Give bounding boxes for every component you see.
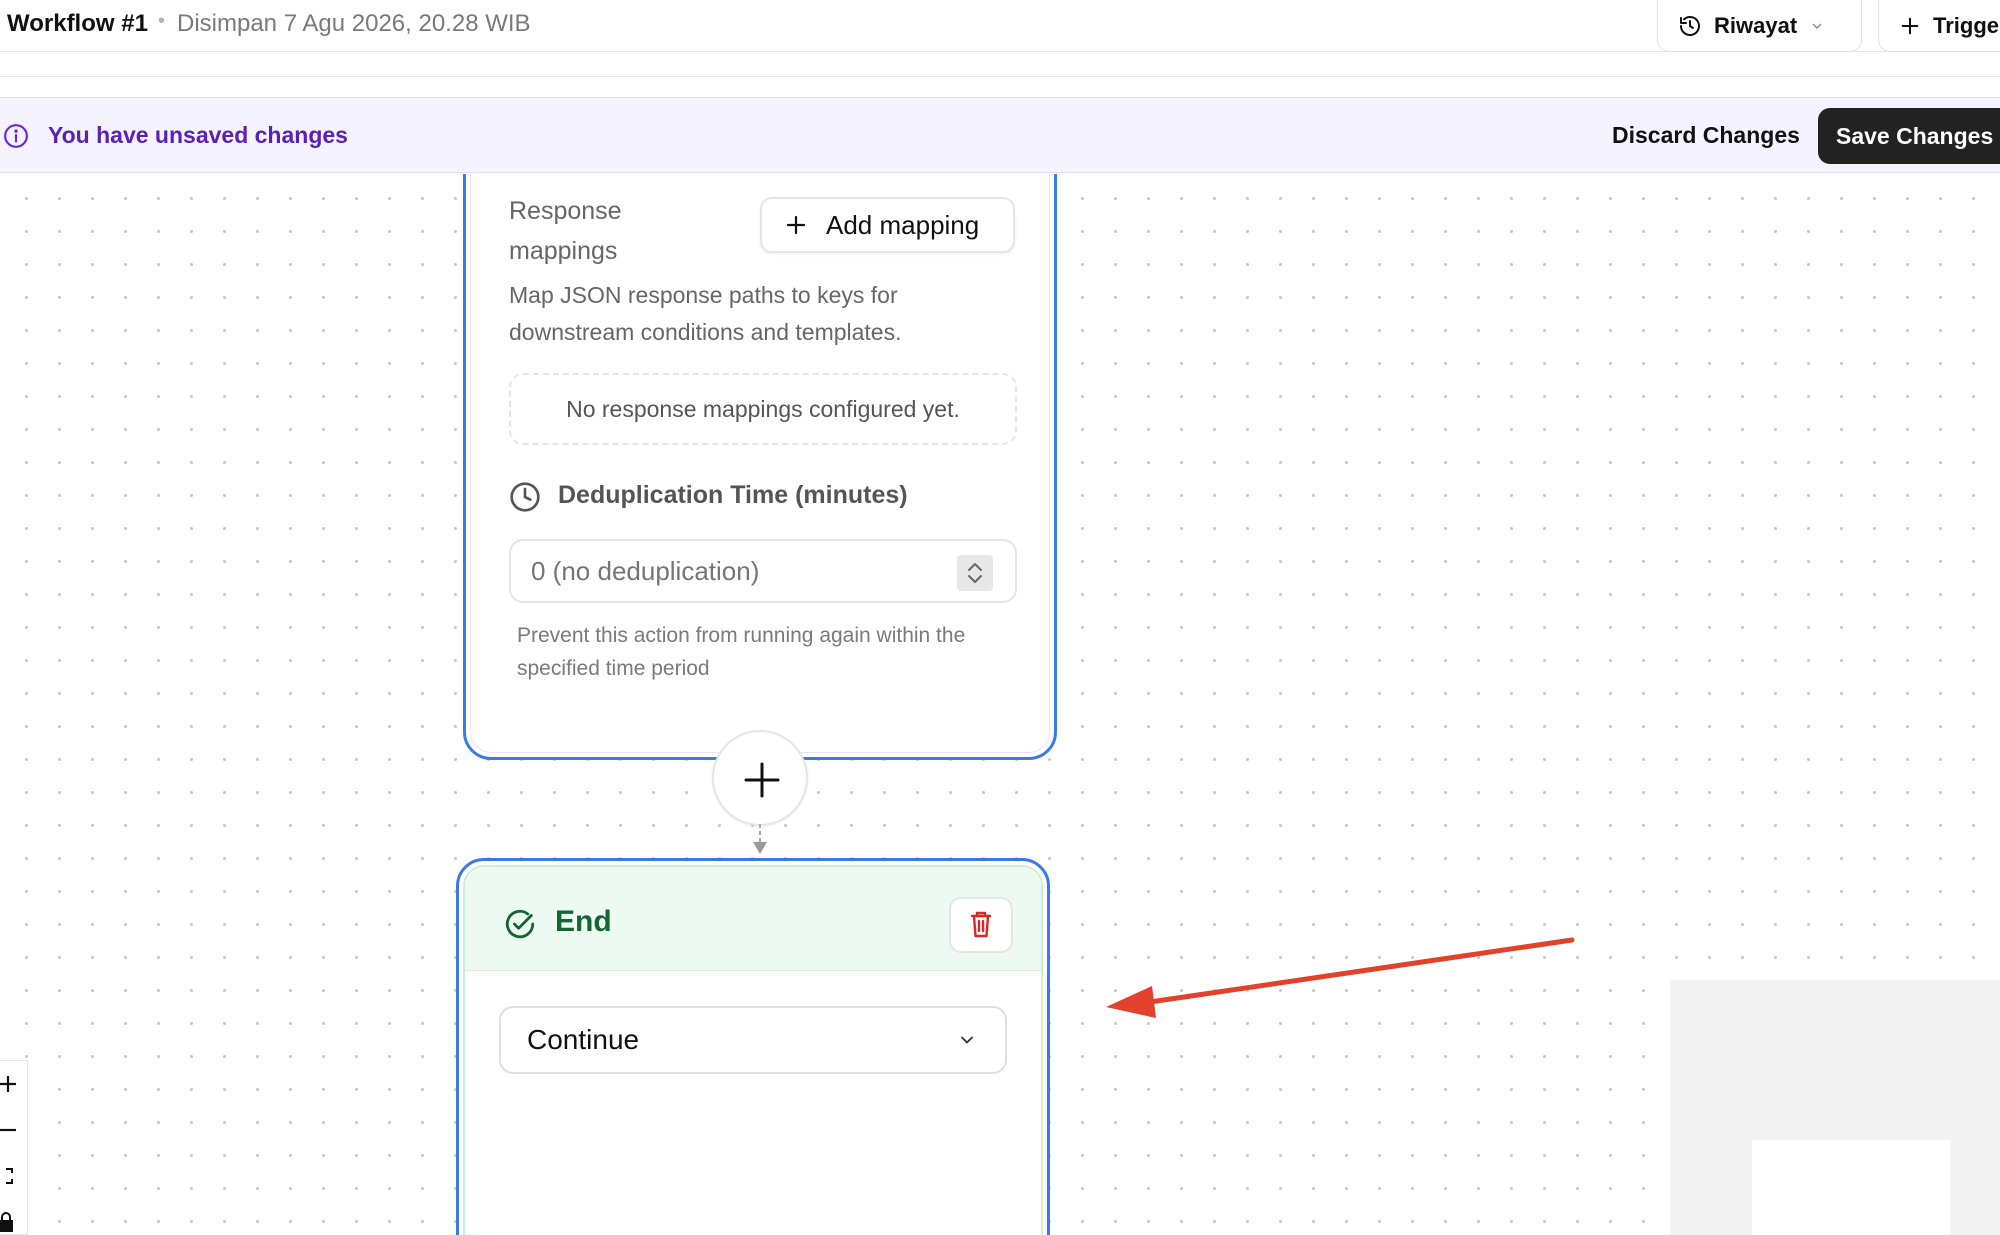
add-mapping-label: Add mapping (826, 209, 980, 240)
end-action-value: Continue (527, 1024, 640, 1055)
history-label: Riwayat (1714, 12, 1798, 38)
add-mapping-button[interactable]: Add mapping (760, 197, 1015, 253)
end-node[interactable]: End Continue (456, 858, 1050, 1235)
trigger-label: Trigge (1933, 12, 2000, 38)
lock-button[interactable] (0, 1199, 27, 1235)
dedup-label: Deduplication Time (minutes) (558, 481, 908, 509)
minimap[interactable] (1670, 980, 2000, 1235)
top-bar: Workflow #1 • Disimpan 7 Agu 2026, 20.28… (0, 0, 2000, 52)
unsaved-message: You have unsaved changes (48, 122, 348, 148)
chevron-down-icon (961, 1036, 973, 1044)
lock-icon (0, 1212, 13, 1232)
response-mappings-description: Map JSON response paths to keys for down… (509, 282, 902, 345)
minus-icon (0, 1128, 16, 1132)
end-node-header: End (465, 867, 1041, 971)
fit-view-button[interactable] (0, 1153, 27, 1199)
empty-mappings-placeholder: No response mappings configured yet. (509, 373, 1017, 445)
toolbar-divider (0, 76, 2000, 77)
check-circle-icon (505, 909, 535, 939)
end-action-select[interactable]: Continue (499, 1006, 1007, 1074)
trash-icon (970, 911, 992, 938)
annotation-arrow (1106, 937, 1575, 1018)
clock-icon (510, 482, 540, 512)
plus-icon (1901, 17, 1919, 34)
dedup-help-text: Prevent this action from running again w… (517, 624, 966, 680)
fit-view-icon (6, 1168, 13, 1184)
workflow-canvas[interactable]: Response mappings Add mapping Map JSON r… (0, 174, 2000, 1235)
unsaved-banner: You have unsaved changes Discard Changes… (0, 97, 2000, 173)
history-icon (1680, 15, 1700, 36)
action-node[interactable]: Response mappings Add mapping Map JSON r… (463, 174, 1057, 760)
dedup-time-input[interactable] (509, 539, 1017, 603)
saved-status: Disimpan 7 Agu 2026, 20.28 WIB (177, 10, 531, 37)
info-icon (4, 124, 28, 148)
plus-icon (744, 762, 780, 798)
zoom-out-button[interactable] (0, 1107, 27, 1153)
stepper-arrows-icon (968, 563, 982, 583)
add-node-button[interactable] (712, 730, 808, 826)
end-node-title: End (555, 905, 612, 938)
zoom-controls (0, 1060, 28, 1235)
workflow-title[interactable]: Workflow #1 (7, 10, 148, 38)
history-button[interactable]: Riwayat (1657, 0, 1862, 52)
add-trigger-button[interactable]: Trigge (1878, 0, 2000, 52)
zoom-in-button[interactable] (0, 1061, 27, 1107)
title-separator: • (158, 10, 166, 32)
minimap-viewport (1752, 1140, 1950, 1235)
save-changes-button[interactable]: Save Changes (1818, 108, 2000, 164)
discard-changes-button[interactable]: Discard Changes (1612, 122, 1800, 149)
number-stepper[interactable] (957, 555, 993, 591)
empty-mappings-text: No response mappings configured yet. (566, 395, 960, 422)
chevron-down-icon (1812, 23, 1822, 29)
plus-icon (0, 1076, 16, 1092)
response-mappings-label: Response mappings (509, 197, 622, 265)
plus-icon (786, 215, 806, 235)
delete-node-button[interactable] (949, 897, 1013, 953)
